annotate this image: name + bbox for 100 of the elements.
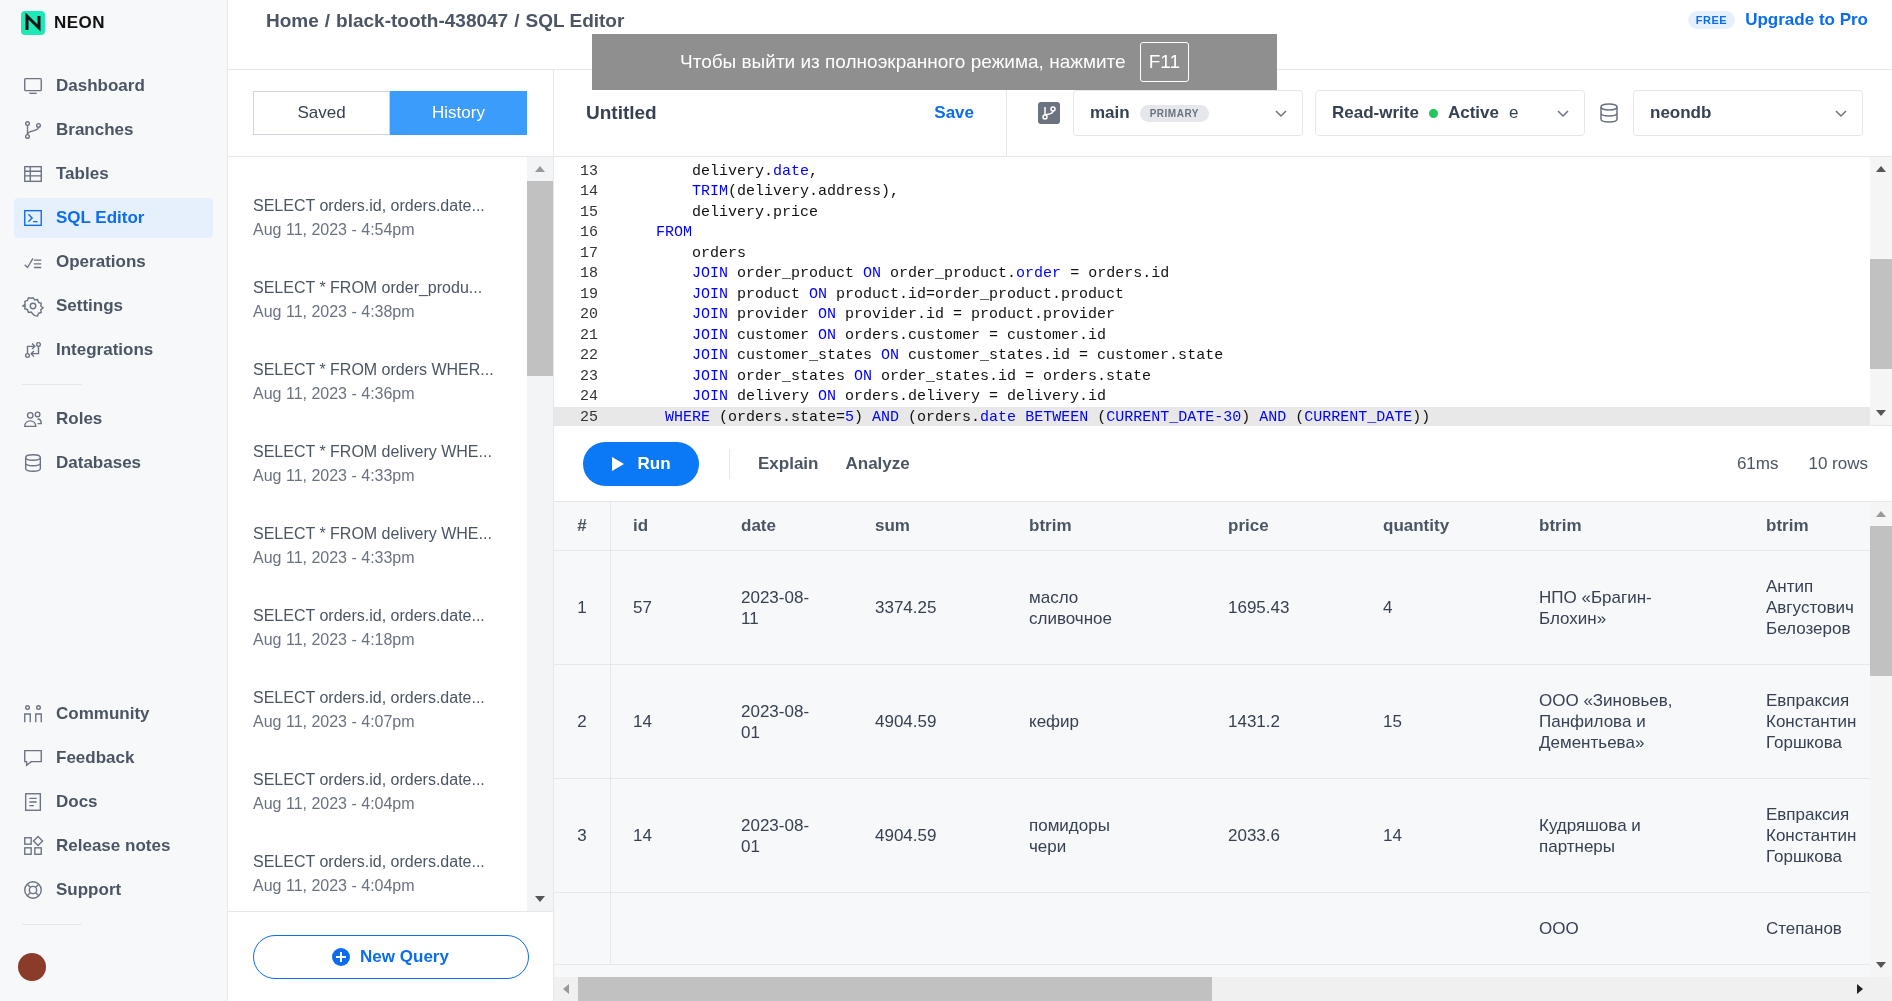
sidebar-item[interactable]: Tables — [14, 154, 213, 194]
sidebar-item[interactable]: Operations — [14, 242, 213, 282]
sidebar-item[interactable]: Integrations — [14, 330, 213, 370]
table-cell: 14 — [633, 711, 652, 732]
plan-badge: FREE — [1687, 11, 1736, 29]
history-tab[interactable]: Saved — [253, 91, 390, 135]
query-title: Untitled — [586, 102, 657, 124]
code-line: JOIN order_product ON order_product.order = orders.id — [691, 265, 1170, 283]
logo-text: NEON — [54, 13, 106, 33]
document-icon — [22, 791, 44, 813]
table-cell: 2033.6 — [1228, 825, 1280, 846]
column-header: date — [740, 515, 777, 537]
table-cell: 2023-08-11 — [741, 586, 811, 629]
breadcrumb-link[interactable]: black-tooth-438047 — [336, 10, 509, 32]
query-text[interactable]: SELECT orders.id, orders.date... — [253, 771, 527, 789]
run-button[interactable]: Run — [583, 441, 699, 486]
line-number: 25 — [579, 408, 598, 425]
query-text[interactable]: SELECT * FROM delivery WHE... — [253, 443, 527, 461]
query-text[interactable]: SELECT orders.id, orders.date... — [253, 689, 527, 707]
sidebar-item[interactable]: Docs — [14, 782, 213, 822]
database-select[interactable]: neondb — [1633, 90, 1863, 136]
sidebar-item[interactable]: SQL Editor — [14, 198, 213, 238]
branch-select[interactable]: main PRIMARY — [1073, 90, 1303, 136]
breadcrumb-separator: / — [514, 10, 520, 32]
code-line: JOIN customer ON orders.customer = customer.id — [691, 326, 1107, 344]
table-cell-text: Евпраксия Константин Горшкова — [1766, 690, 1858, 753]
query-text[interactable]: SELECT orders.id, orders.date... — [253, 607, 527, 625]
query-time: Aug 11, 2023 - 4:54pm — [253, 221, 416, 239]
scrollbar[interactable] — [554, 977, 1892, 1001]
play-icon — [611, 455, 626, 472]
table-cell-text: НПО «Брагин-Блохин» — [1539, 586, 1653, 629]
column-header: sum — [874, 515, 911, 537]
code-line: delivery.date, — [691, 162, 819, 180]
avatar[interactable] — [18, 953, 46, 981]
line-number: 18 — [579, 265, 598, 283]
code-line: delivery.price — [691, 203, 819, 221]
new-query-button[interactable]: New Query — [252, 934, 529, 979]
query-text[interactable]: SELECT * FROM delivery WHE... — [253, 525, 527, 543]
action-link[interactable]: Analyze — [845, 453, 910, 474]
query-text[interactable]: SELECT * FROM order_produ... — [253, 279, 527, 297]
line-number: 19 — [579, 285, 598, 303]
database-icon — [22, 452, 44, 474]
table-cell: кефир — [1029, 711, 1080, 732]
logo-icon — [20, 10, 46, 36]
table-cell-text: Кудряшова и партнеры — [1539, 814, 1642, 857]
branch-icon — [22, 119, 44, 141]
scrollbar[interactable] — [1870, 157, 1892, 425]
table-cell: 57 — [633, 597, 652, 618]
table-cell: 3 — [577, 825, 587, 846]
column-header: btrim — [1028, 515, 1073, 537]
column-header: id — [632, 515, 650, 537]
query-time: Aug 11, 2023 - 4:18pm — [253, 631, 416, 649]
query-time: Aug 11, 2023 - 4:04pm — [253, 877, 416, 895]
monitor-icon — [22, 75, 44, 97]
line-number: 21 — [579, 326, 598, 344]
query-text[interactable]: SELECT orders.id, orders.date... — [253, 197, 527, 215]
settings-icon — [22, 295, 44, 317]
sidebar-item[interactable]: Branches — [14, 110, 213, 150]
query-text[interactable]: SELECT orders.id, orders.date... — [253, 853, 527, 871]
column-header: price — [1227, 515, 1270, 537]
line-number: 14 — [579, 183, 598, 201]
sidebar-item[interactable]: Community — [14, 694, 213, 734]
sidebar-item[interactable]: Roles — [14, 399, 213, 439]
users-icon — [22, 408, 44, 430]
query-time: Aug 11, 2023 - 4:38pm — [253, 303, 416, 321]
code-line: WHERE (orders.state=5) AND (orders.date BETWEEN (CURRENT_DATE-30) AND (CURRENT_DATE)) — [664, 408, 1431, 425]
toast-text: Чтобы выйти из полноэкранного режима, нажмите — [680, 51, 1126, 73]
lifebuoy-icon — [22, 879, 44, 901]
code-line: orders — [691, 244, 747, 262]
sidebar-item[interactable]: Databases — [14, 443, 213, 483]
table-cell: 1431.2 — [1228, 711, 1280, 732]
table-cell-text: помидоры чери — [1029, 814, 1111, 857]
table-cell: 3374.25 — [875, 597, 937, 618]
compute-select[interactable]: Read-write Active e — [1315, 90, 1585, 136]
people-icon — [22, 703, 44, 725]
scrollbar[interactable] — [1870, 502, 1892, 977]
sidebar-item[interactable]: Support — [14, 870, 213, 910]
code-line: JOIN provider ON provider.id = product.provider — [691, 306, 1116, 324]
sidebar-item[interactable]: Settings — [14, 286, 213, 326]
line-number: 20 — [579, 306, 598, 324]
table-cell: 4904.59 — [875, 711, 937, 732]
sidebar-item[interactable]: Release notes — [14, 826, 213, 866]
line-number: 23 — [579, 367, 598, 385]
terminal-icon — [22, 207, 44, 229]
sidebar-item[interactable]: Dashboard — [14, 66, 213, 106]
code-line: JOIN product ON product.id=order_product.product — [691, 285, 1125, 303]
query-time: Aug 11, 2023 - 4:36pm — [253, 385, 416, 403]
save-link[interactable]: Save — [934, 103, 974, 123]
code-line: JOIN customer_states ON customer_states.id = customer.state — [691, 347, 1224, 365]
upgrade-link[interactable]: Upgrade to Pro — [1745, 10, 1868, 30]
scrollbar[interactable] — [527, 157, 553, 911]
sidebar-item[interactable]: Feedback — [14, 738, 213, 778]
table-cell: 14 — [1383, 825, 1402, 846]
action-link[interactable]: Explain — [758, 453, 819, 474]
code-line: JOIN order_states ON order_states.id = orders.state — [691, 367, 1152, 385]
table-cell: Степанов — [1766, 918, 1842, 939]
query-text[interactable]: SELECT * FROM orders WHER... — [253, 361, 527, 379]
breadcrumb-link[interactable]: SQL Editor — [525, 10, 625, 32]
query-time: Aug 11, 2023 - 4:07pm — [253, 713, 416, 731]
breadcrumb-link[interactable]: Home — [266, 10, 319, 32]
